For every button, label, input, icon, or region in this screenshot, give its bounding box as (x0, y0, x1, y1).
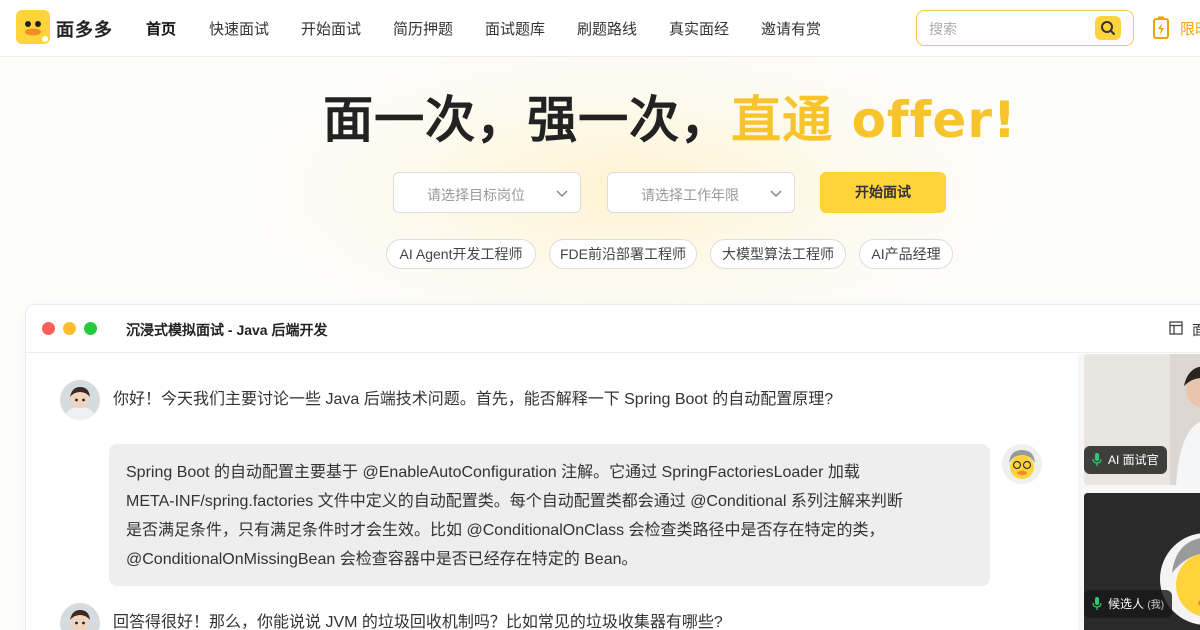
candidate-message-line: META-INF/spring.factories 文件中定义的自动配置类。每个… (126, 493, 903, 510)
hero-title-main: 面一次，强一次， (323, 91, 732, 149)
duck-logo-icon[interactable] (16, 10, 50, 44)
nav-item-quick-interview[interactable]: 快速面试 (209, 18, 269, 39)
position-select[interactable]: 请选择目标岗位 (393, 172, 581, 213)
close-dot[interactable] (42, 322, 55, 335)
nav-item-resume-questions[interactable]: 简历押题 (393, 18, 453, 39)
mock-interview-window: 沉浸式模拟面试 - Java 后端开发 面 你好！今天我们主要讨论一些 Java… (25, 304, 1200, 630)
interviewer-message: 回答得很好！那么，你能说说 JVM 的垃圾回收机制吗？比如常见的垃圾收集器有哪些… (113, 614, 723, 630)
nav-item-invite-reward[interactable]: 邀请有赏 (761, 18, 821, 39)
nav-item-real-experience[interactable]: 真实面经 (669, 18, 729, 39)
candidate-avatar (1002, 444, 1042, 484)
candidate-message-line: 是否满足条件，只有满足条件时才会生效。比如 @ConditionalOnClas… (126, 522, 885, 539)
chevron-down-icon (770, 190, 782, 198)
role-tag-ai-agent[interactable]: AI Agent开发工程师 (386, 239, 536, 269)
layout-panel-icon[interactable] (1169, 321, 1183, 335)
candidate-video-label: 候选人 (我) (1084, 590, 1173, 618)
candidate-video-suffix: (我) (1147, 600, 1165, 611)
role-tag-ai-pm[interactable]: AI产品经理 (859, 239, 953, 269)
candidate-video-name: 候选人 (1108, 597, 1145, 611)
search-button[interactable] (1095, 16, 1121, 40)
microphone-icon (1092, 453, 1102, 466)
years-select[interactable]: 请选择工作年限 (607, 172, 795, 213)
search-input[interactable]: 搜索 (929, 19, 957, 39)
nav-item-practice-route[interactable]: 刷题路线 (577, 18, 637, 39)
search-box[interactable]: 搜索 (916, 10, 1134, 46)
duck-avatar-icon (1002, 444, 1042, 484)
interviewer-avatar-icon (60, 603, 100, 630)
window-titlebar: 沉浸式模拟面试 - Java 后端开发 面 (26, 305, 1200, 353)
interviewer-avatar-icon (60, 380, 100, 420)
role-tag-llm-algorithm[interactable]: 大模型算法工程师 (710, 239, 846, 269)
interviewer-avatar (60, 603, 100, 630)
nav-promo-link[interactable]: 限时 (1180, 18, 1200, 39)
maximize-dot[interactable] (84, 322, 97, 335)
microphone-icon (1092, 597, 1102, 610)
window-title: 沉浸式模拟面试 - Java 后端开发 (126, 322, 328, 338)
video-panel: AI 面试官 候选人 (我) (1078, 354, 1200, 630)
start-interview-button[interactable]: 开始面试 (820, 172, 946, 213)
years-select-value: 请选择工作年限 (641, 187, 739, 203)
interviewer-message: 你好！今天我们主要讨论一些 Java 后端技术问题。首先，能否解释一下 Spri… (113, 391, 834, 408)
top-nav: 面多多 首页 快速面试 开始面试 简历押题 面试题库 刷题路线 真实面经 邀请有… (0, 0, 1200, 57)
role-tag-fde[interactable]: FDE前沿部署工程师 (549, 239, 697, 269)
search-icon (1101, 21, 1115, 35)
minimize-dot[interactable] (63, 322, 76, 335)
window-title-right-truncated[interactable]: 面 (1192, 320, 1200, 340)
interviewer-video-label: AI 面试官 (1084, 446, 1167, 474)
interviewer-avatar (60, 380, 100, 420)
brand-name[interactable]: 面多多 (56, 16, 113, 42)
battery-charge-icon[interactable] (1152, 16, 1172, 40)
nav-item-home[interactable]: 首页 (146, 18, 177, 39)
interviewer-video-name: AI 面试官 (1108, 453, 1159, 467)
nav-item-start-interview[interactable]: 开始面试 (301, 18, 361, 39)
candidate-message-bubble: Spring Boot 的自动配置主要基于 @EnableAutoConfigu… (109, 444, 990, 586)
candidate-message-line: @ConditionalOnMissingBean 会检查容器中是否已经存在特定… (126, 551, 638, 568)
chevron-down-icon (556, 190, 568, 198)
nav-item-question-bank[interactable]: 面试题库 (485, 18, 545, 39)
hero-title: 面一次，强一次，直通 offer! (0, 80, 1200, 152)
hero-title-highlight: 直通 offer! (731, 91, 1017, 149)
position-select-value: 请选择目标岗位 (427, 187, 525, 203)
candidate-message-line: Spring Boot 的自动配置主要基于 @EnableAutoConfigu… (126, 464, 860, 481)
